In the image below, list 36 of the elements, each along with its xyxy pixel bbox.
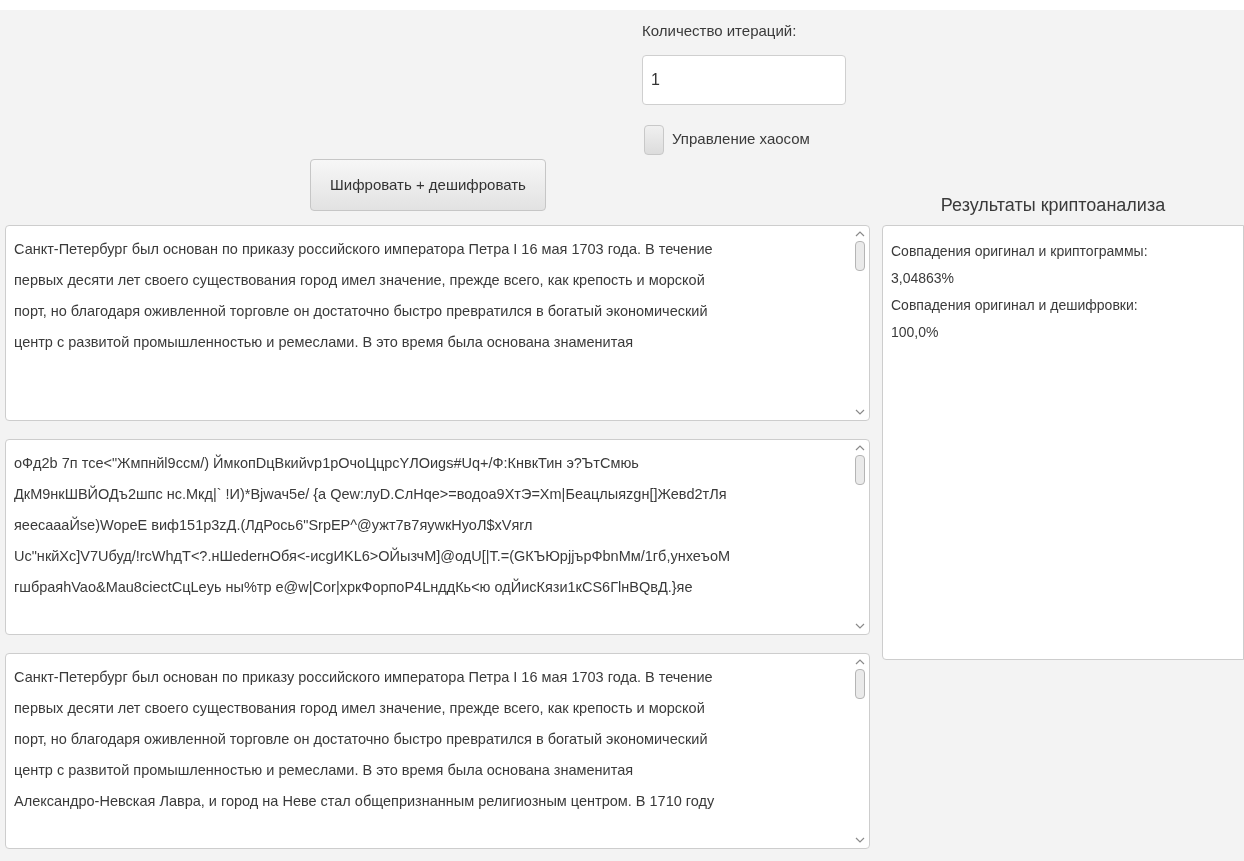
scroll-up-icon[interactable] (855, 444, 865, 451)
text-line: Санкт-Петербург был основан по приказу российского императора Петра I 16 мая 1703 года. В течение (14, 240, 714, 259)
scrollbar-thumb[interactable] (855, 241, 865, 271)
text-area[interactable] (5, 653, 870, 849)
results-title: Результаты криптоанализа (939, 194, 1167, 217)
scrollbar-thumb[interactable] (855, 455, 865, 485)
text-line: первых десяти лет своего существования город имел значение, прежде всего, как крепость и морской (14, 271, 706, 290)
results-line: 3,04863% (891, 269, 956, 288)
scroll-up-icon[interactable] (855, 230, 865, 237)
text-line: яеесаааЙse)WopeE виф151p3zД.(ЛдРось6"SrpEP^@ужт7в7яуwкНуоЛ$xVяrл (14, 515, 534, 535)
results-line: Совпадения оригинал и криптограммы: (891, 242, 1149, 261)
scroll-up-icon[interactable] (855, 658, 865, 665)
scroll-down-icon[interactable] (855, 623, 865, 630)
text-line: Санкт-Петербург был основан по приказу российского императора Петра I 16 мая 1703 года. В течение (14, 668, 714, 687)
checkbox[interactable] (644, 124, 664, 155)
iterations-label: Количество итераций: (642, 21, 798, 41)
text-line: первых десяти лет своего существования город имел значение, прежде всего, как крепость и морской (14, 699, 706, 718)
scroll-down-icon[interactable] (855, 409, 865, 416)
text-line: гшбраяhVao&Mau8ciectCцLeуь ны%тр е@w|Cor|xpкФорпоР4LнддКь<ю одЙисКязи1кCS6ГlнBQвД.}яе (14, 577, 694, 597)
text-line: центр с развитой промышленностью и ремеслами. В это время была основана знаменитая (14, 333, 635, 352)
text-line: порт, но благодаря оживленной торговле он достаточно быстро превратился в богатый экономический (14, 730, 709, 749)
results-line: 100,0% (891, 323, 940, 342)
text-line: центр с развитой промышленностью и ремеслами. В это время была основана знаменитая (14, 761, 635, 780)
scroll-down-icon[interactable] (855, 837, 865, 844)
encrypt-decrypt-button[interactable]: Шифровать + дешифровать (310, 159, 546, 211)
scrollbar-thumb[interactable] (855, 669, 865, 699)
text-area[interactable] (5, 225, 870, 421)
chaos-control-label: Управление хаосом (672, 129, 810, 150)
text-line: порт, но благодаря оживленной торговле он достаточно быстро превратился в богатый экономический (14, 302, 709, 321)
text-line: оФд2b 7п тсе<"Жмпнйl9ccм/) ЙмкопDцBкийvp1pОчоЦцрсYЛОиgs#Uq+/Ф:КнвкТин э?ЪтСмюь (14, 453, 640, 473)
text-line: ДкМ9нкШВЙОДъ2шпс нс.Мкд|` !И)*Bjwач5е/ {а Qew:луD.СлHqe>=водоа9XтЭ=Xm|Беацлыяzgн[]Жевd2тЛя (14, 484, 728, 504)
iterations-field[interactable]: 1 (642, 54, 846, 105)
text-line: Uc"нкйXc]V7Uбуд/!rcWhдT<?.нШederнОбя<-исgИKL6>ОЙызчМ]@одU[|T.=(GКЪЮpjjърФbnМм/1гб,унхеъоМ (14, 546, 732, 566)
text-line: Александро-Невская Лавра, и город на Неве стал общепризнанным религиозным центром. В 1710 году (14, 792, 716, 811)
results-line: Совпадения оригинал и дешифровки: (891, 296, 1139, 315)
text-area[interactable] (5, 439, 870, 635)
